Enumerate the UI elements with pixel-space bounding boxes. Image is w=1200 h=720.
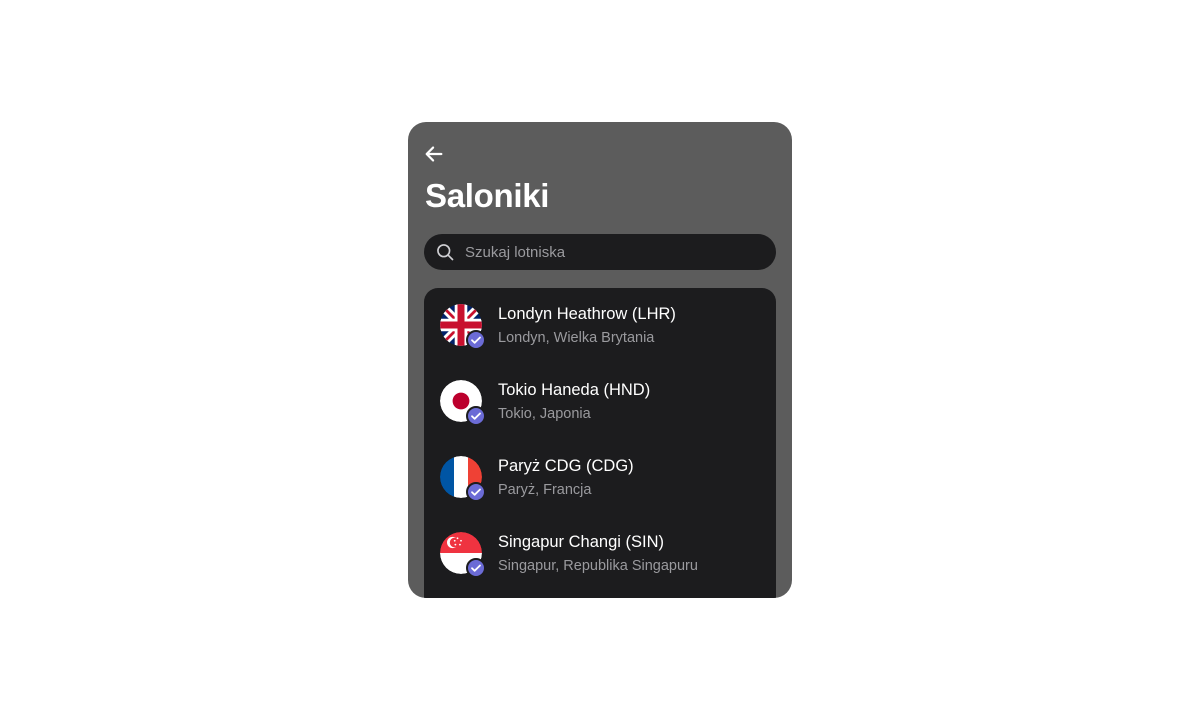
airport-location: Tokio, Japonia: [498, 406, 591, 422]
airport-location: Paryż, Francja: [498, 482, 592, 498]
lounges-panel: Saloniki Szukaj lotniska Londyn Heathrow…: [408, 122, 792, 598]
verified-check-icon: [466, 406, 486, 426]
flag-avatar: [440, 532, 486, 578]
verified-check-icon: [466, 558, 486, 578]
flag-avatar: [440, 304, 486, 350]
verified-check-icon: [466, 482, 486, 502]
flag-avatar: [440, 456, 486, 502]
list-item-sin[interactable]: Singapur Changi (SIN) Singapur, Republik…: [424, 516, 776, 586]
airport-name: Londyn Heathrow (LHR): [498, 305, 676, 323]
airport-name: Paryż CDG (CDG): [498, 457, 634, 475]
arrow-left-icon: [425, 146, 443, 162]
back-button[interactable]: [422, 142, 446, 166]
airport-location: Singapur, Republika Singapuru: [498, 558, 698, 574]
flag-avatar: [440, 380, 486, 426]
airport-location: Londyn, Wielka Brytania: [498, 330, 655, 346]
list-item-lhr[interactable]: Londyn Heathrow (LHR) Londyn, Wielka Bry…: [424, 288, 776, 358]
airport-name: Tokio Haneda (HND): [498, 381, 651, 399]
airport-name: Singapur Changi (SIN): [498, 533, 664, 551]
search-bar[interactable]: [424, 234, 776, 270]
list-item-cdg[interactable]: Paryż CDG (CDG) Paryż, Francja: [424, 440, 776, 510]
airport-list: Londyn Heathrow (LHR) Londyn, Wielka Bry…: [424, 288, 776, 598]
search-input[interactable]: [463, 242, 776, 262]
list-item-hnd[interactable]: Tokio Haneda (HND) Tokio, Japonia: [424, 364, 776, 434]
page-title: Saloniki: [425, 177, 550, 214]
search-icon: [435, 242, 455, 262]
verified-check-icon: [466, 330, 486, 350]
